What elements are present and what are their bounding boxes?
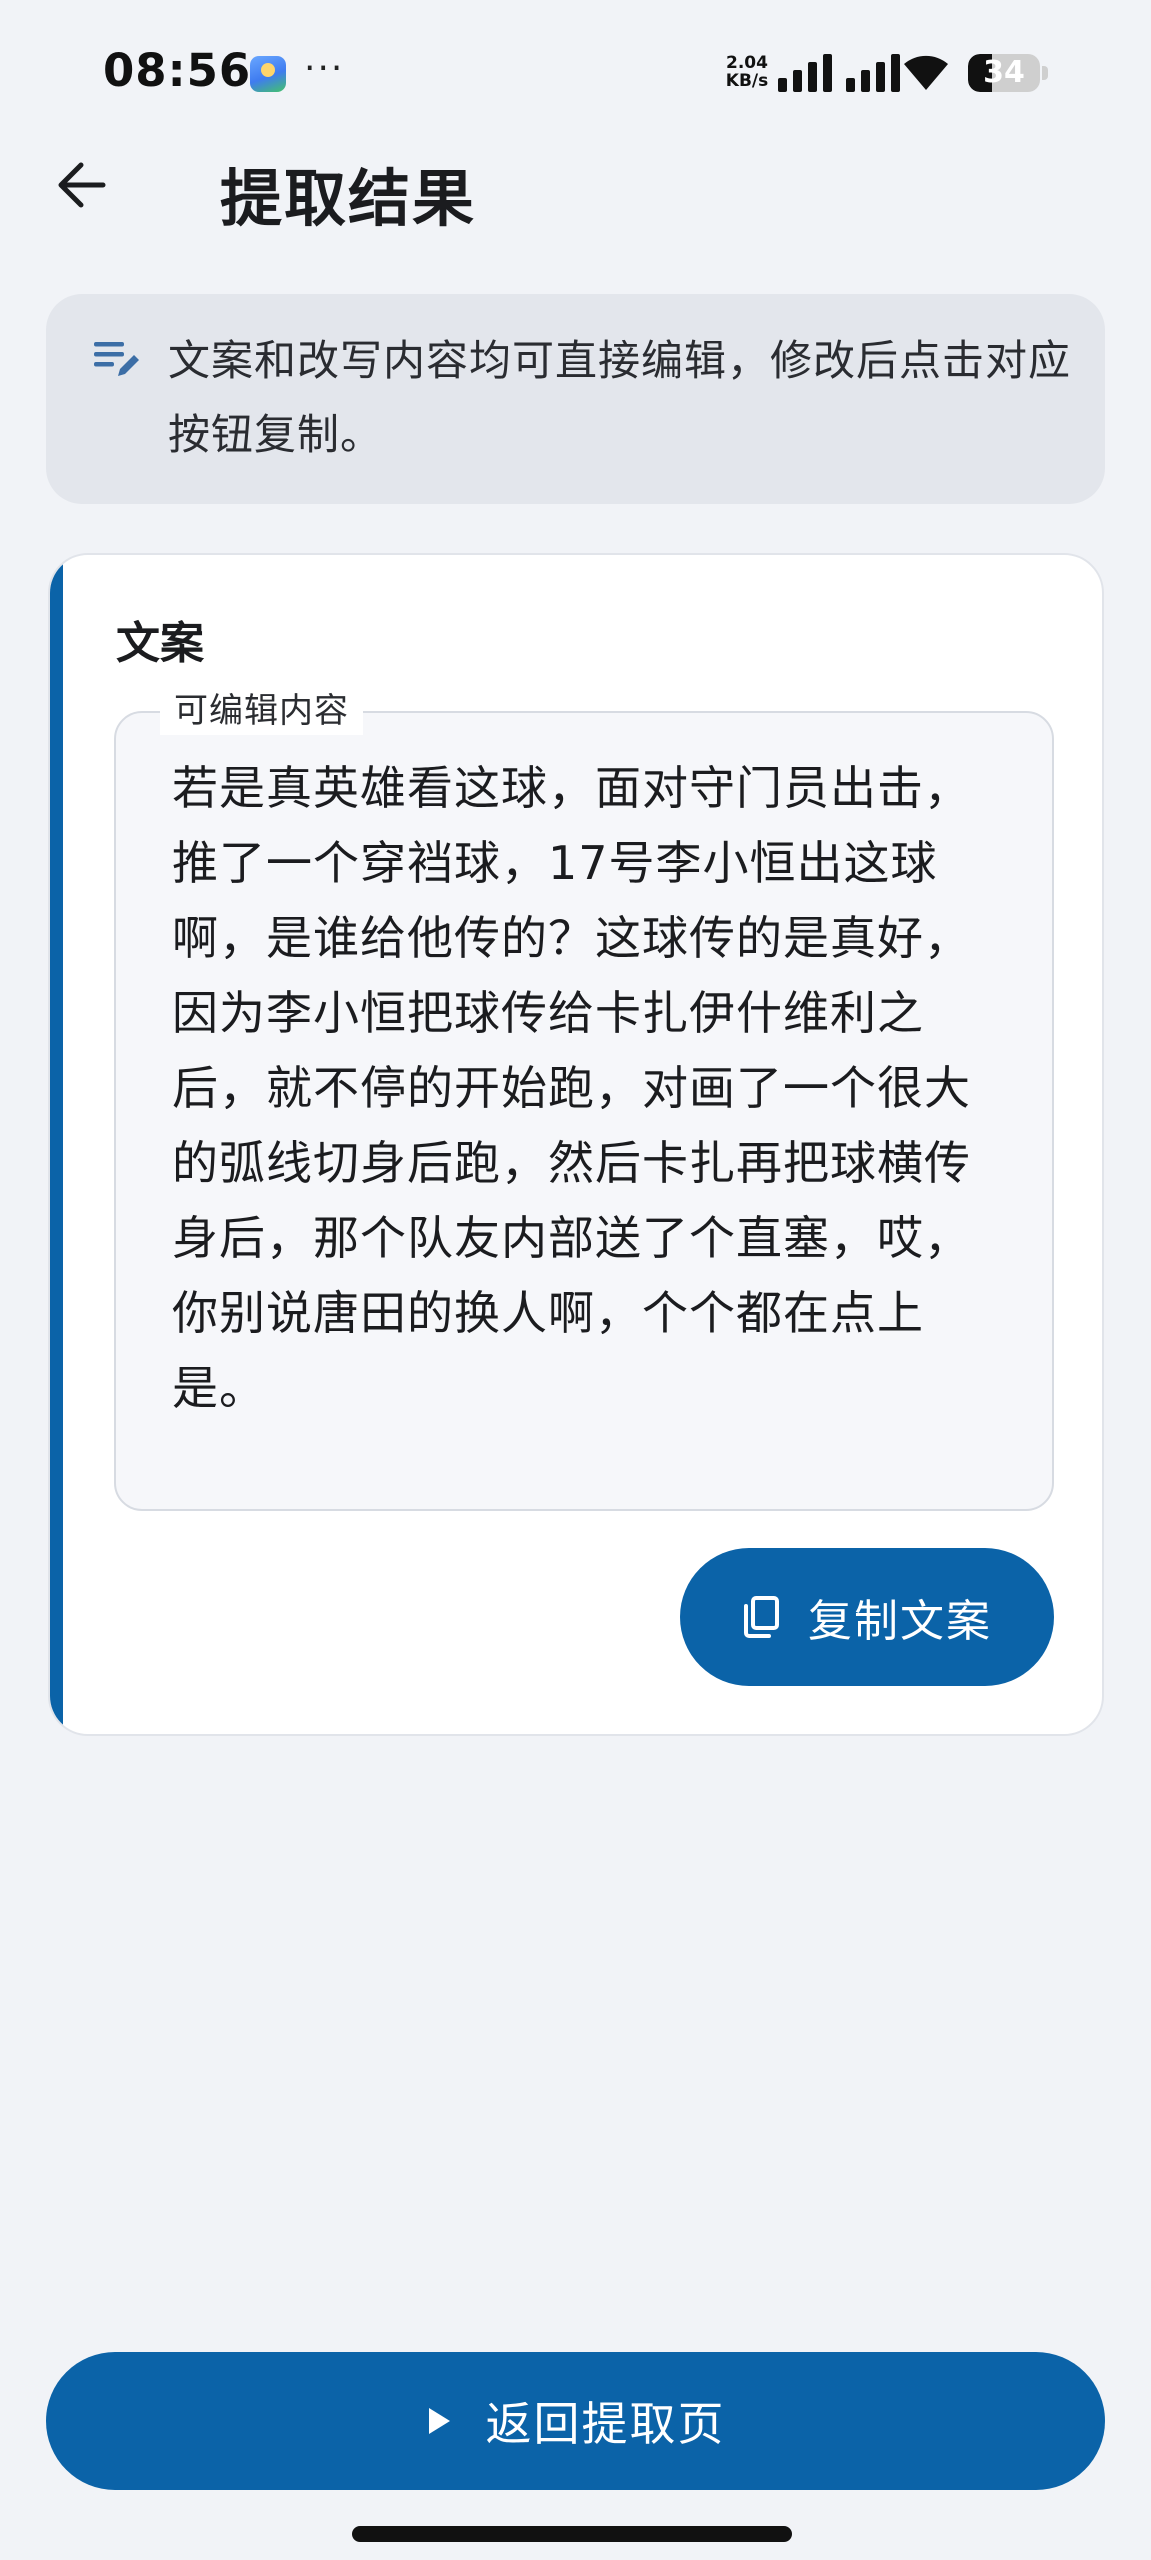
- return-to-extract-button[interactable]: 返回提取页: [46, 2352, 1105, 2490]
- copy-text-button[interactable]: 复制文案: [680, 1548, 1054, 1686]
- card-accent-bar: [50, 555, 63, 1734]
- info-banner-text: 文案和改写内容均可直接编辑，修改后点击对应按钮复制。: [168, 336, 1072, 459]
- back-button[interactable]: [46, 150, 116, 220]
- home-indicator[interactable]: [352, 2526, 792, 2542]
- battery-percentage: 34: [983, 55, 1025, 90]
- page-title: 提取结果: [220, 162, 477, 235]
- wifi-icon: [904, 55, 948, 90]
- editable-content-field[interactable]: 可编辑内容 若是真英雄看这球，面对守门员出击，推了一个穿裆球，17号李小恒出这球…: [114, 687, 1054, 1511]
- copy-icon: [744, 1596, 779, 1638]
- status-time: 08:56: [103, 44, 252, 97]
- network-speed-unit: KB/s: [725, 71, 769, 91]
- play-icon: [428, 2408, 450, 2434]
- editable-content-text[interactable]: 若是真英雄看这球，面对守门员出击，推了一个穿裆球，17号李小恒出这球啊，是谁给他…: [172, 751, 1002, 1426]
- network-speed: 2.04 KB/s: [722, 54, 772, 90]
- status-bar: 08:56 ··· 2.04 KB/s 34: [0, 0, 1151, 150]
- card-title: 文案: [116, 618, 204, 669]
- return-button-label: 返回提取页: [485, 2397, 726, 2451]
- info-banner: 文案和改写内容均可直接编辑，修改后点击对应按钮复制。: [46, 294, 1105, 504]
- gallery-app-icon: [250, 56, 286, 92]
- field-label: 可编辑内容: [160, 687, 363, 735]
- arrow-left-icon: [58, 162, 106, 208]
- copywriting-card: 文案 可编辑内容 若是真英雄看这球，面对守门员出击，推了一个穿裆球，17号李小恒…: [48, 553, 1104, 1736]
- network-speed-value: 2.04: [726, 53, 768, 73]
- edit-note-icon: [94, 342, 139, 376]
- copy-button-label: 复制文案: [808, 1596, 992, 1647]
- battery-tip: [1042, 66, 1048, 80]
- battery-icon: 34: [968, 54, 1040, 92]
- cell-signal-icon: [778, 52, 900, 92]
- more-notifications-icon: ···: [304, 48, 345, 89]
